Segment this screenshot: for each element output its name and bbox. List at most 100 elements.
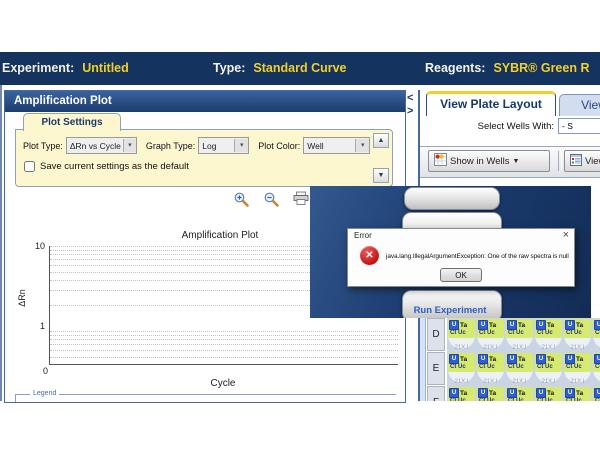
toolbar-separator bbox=[558, 151, 562, 171]
save-default-checkbox[interactable] bbox=[24, 161, 35, 172]
gridline bbox=[50, 350, 398, 351]
plate-row-label: E bbox=[427, 352, 445, 385]
plate-well[interactable]: UTaCt Uc21X.I bbox=[447, 386, 476, 401]
window-left-border bbox=[0, 52, 2, 401]
well-line2: Ct Uc bbox=[506, 364, 533, 370]
well-line2: Ct Uc bbox=[593, 398, 600, 401]
well-line2: Ct Uc bbox=[564, 330, 591, 336]
plate-well[interactable]: UTaCt Uc21X.I bbox=[534, 386, 563, 401]
plate-well[interactable]: UTaCt Uc 21X.I bbox=[476, 318, 505, 352]
plate-well[interactable]: UTaCt Uc21X.I bbox=[505, 386, 534, 401]
save-default-label: Save current settings as the default bbox=[40, 161, 189, 172]
tab-view-plate-layout[interactable]: View Plate Layout bbox=[426, 91, 556, 116]
plate-row-label: F bbox=[427, 386, 445, 401]
tab-view-secondary[interactable]: View bbox=[559, 94, 600, 116]
well-info: UTaCt Uc bbox=[535, 319, 562, 338]
plot-type-label: Plot Type: bbox=[23, 141, 63, 151]
view-list-button[interactable]: View L bbox=[564, 150, 600, 172]
ok-button[interactable]: OK bbox=[440, 268, 482, 282]
select-wells-dropdown[interactable]: - S bbox=[558, 118, 600, 134]
plate-well[interactable]: UTaCt Uc21X.I bbox=[505, 318, 534, 352]
well-line2: Ct Uc bbox=[477, 398, 504, 401]
well-line2: Ct Uc bbox=[448, 330, 475, 336]
well-line2: Ct Uc bbox=[448, 364, 475, 370]
well-info: UTaCt Uc bbox=[448, 387, 475, 401]
plate-row-label: D bbox=[427, 318, 445, 351]
well-target: Ta bbox=[547, 322, 554, 329]
well-info: UTaCt Uc bbox=[477, 387, 504, 401]
close-icon[interactable]: × bbox=[563, 229, 569, 241]
plate-well[interactable]: UTaCt Uc21X.I bbox=[563, 386, 592, 401]
header-bar: Experiment:Untitled Type:Standard Curve … bbox=[0, 52, 600, 85]
dropdown-arrow-icon: ▼ bbox=[513, 158, 520, 165]
plot-color-dropdown[interactable]: Well▾ bbox=[303, 137, 370, 154]
error-dialog-title: Error bbox=[354, 231, 372, 240]
well-line3: 21X.I bbox=[476, 345, 505, 351]
well-target: Ta bbox=[460, 390, 467, 397]
header-experiment: Experiment:Untitled bbox=[2, 52, 129, 85]
x-axis-label: Cycle bbox=[49, 378, 397, 389]
well-info: UTaCt Uc bbox=[477, 319, 504, 338]
plate-well[interactable]: UTaCt Uc21X.I bbox=[563, 352, 592, 386]
table-icon bbox=[570, 154, 582, 169]
header-type: Type:Standard Curve bbox=[213, 52, 347, 85]
task-badge: U bbox=[594, 320, 600, 330]
well-target: Ta bbox=[489, 356, 496, 363]
well-target: Ta bbox=[460, 356, 467, 363]
show-in-wells-button[interactable]: Show in Wells ▼ bbox=[428, 150, 550, 172]
task-badge: U bbox=[594, 354, 600, 364]
graph-type-dropdown[interactable]: Log▾ bbox=[198, 137, 249, 154]
plot-settings-tab[interactable]: Plot Settings bbox=[23, 113, 121, 131]
zoom-in-icon[interactable] bbox=[233, 191, 250, 208]
gridline bbox=[50, 331, 398, 332]
header-reagents: Reagents:SYBR® Green R bbox=[425, 52, 589, 85]
well-line2: Ct Uc bbox=[506, 330, 533, 336]
plate-well[interactable]: UTaCt Uc21X.I bbox=[476, 352, 505, 386]
well-target: Ta bbox=[576, 390, 583, 397]
plate-well[interactable]: UTaCt Uc21X.I bbox=[447, 318, 476, 352]
well-info: UTaCt Uc bbox=[477, 353, 504, 372]
well-line3: 21X.I bbox=[447, 379, 476, 385]
plot-type-dropdown[interactable]: ΔRn vs Cycle▾ bbox=[66, 137, 137, 154]
plate-well[interactable]: UTaCt Uc21X.I bbox=[447, 352, 476, 386]
type-value: Standard Curve bbox=[253, 61, 346, 75]
scrollbar-down-button[interactable]: ▼ bbox=[373, 168, 389, 183]
well-plate-icon bbox=[434, 153, 447, 169]
well-line2: Ct Uc bbox=[564, 364, 591, 370]
zoom-out-icon[interactable] bbox=[263, 191, 280, 208]
well-info: UTaCt Uc bbox=[564, 387, 591, 401]
plate-row: DUTaCt Uc21X.IUTaCt Uc21X.IUTaCt Uc21X.I… bbox=[420, 318, 600, 352]
experiment-label: Experiment: bbox=[2, 61, 74, 75]
plate-well[interactable]: UTaCt Uc21X.I bbox=[592, 386, 600, 401]
view-list-label: View L bbox=[585, 156, 600, 167]
plot-settings-group: Plot Type: ΔRn vs Cycle▾ Graph Type: Log… bbox=[15, 129, 393, 187]
plate-well[interactable]: UTaCt Uc21X.I bbox=[563, 318, 592, 352]
well-line3: 21X.I bbox=[534, 345, 563, 351]
run-experiment-link[interactable]: Run Experiment bbox=[370, 305, 530, 316]
well-line2: Ct Uc bbox=[535, 398, 562, 401]
panel-title-bar: Amplification Plot bbox=[5, 91, 405, 112]
plate-well[interactable]: UTaCt Uc 21X.I bbox=[534, 318, 563, 352]
plate-well[interactable]: UTaCt Uc21X.I bbox=[505, 352, 534, 386]
well-info: UTaCt Uc bbox=[535, 353, 562, 372]
well-line2: Ct Uc bbox=[477, 364, 504, 370]
plate-well[interactable]: UTaCt Uc21X.I bbox=[534, 352, 563, 386]
task-badge: U bbox=[449, 320, 459, 330]
well-info: UTaCt Uc bbox=[593, 319, 600, 338]
show-in-wells-label: Show in Wells bbox=[450, 156, 510, 167]
run-panel-button-top[interactable] bbox=[404, 187, 500, 210]
plate-well[interactable]: UTaCt Uc21X.I bbox=[592, 318, 600, 352]
plate-well[interactable]: UTaCt Uc21X.I bbox=[476, 386, 505, 401]
plot-type-value: ΔRn vs Cycle bbox=[70, 141, 121, 151]
error-dialog: Error × ✕ java.lang.IllegalArgumentExcep… bbox=[347, 228, 575, 287]
well-line3: 21X.I bbox=[592, 379, 600, 385]
x-tick-0: 0 bbox=[43, 366, 48, 376]
task-badge: U bbox=[449, 388, 459, 398]
well-target: Ta bbox=[547, 356, 554, 363]
print-icon[interactable] bbox=[293, 191, 310, 208]
scrollbar-up-button[interactable]: ▲ bbox=[373, 133, 389, 148]
plate-well[interactable]: UTaCt Uc21X.I bbox=[592, 352, 600, 386]
legend-label: Legend bbox=[30, 390, 59, 397]
task-badge: U bbox=[478, 354, 488, 364]
gridline bbox=[50, 357, 398, 358]
